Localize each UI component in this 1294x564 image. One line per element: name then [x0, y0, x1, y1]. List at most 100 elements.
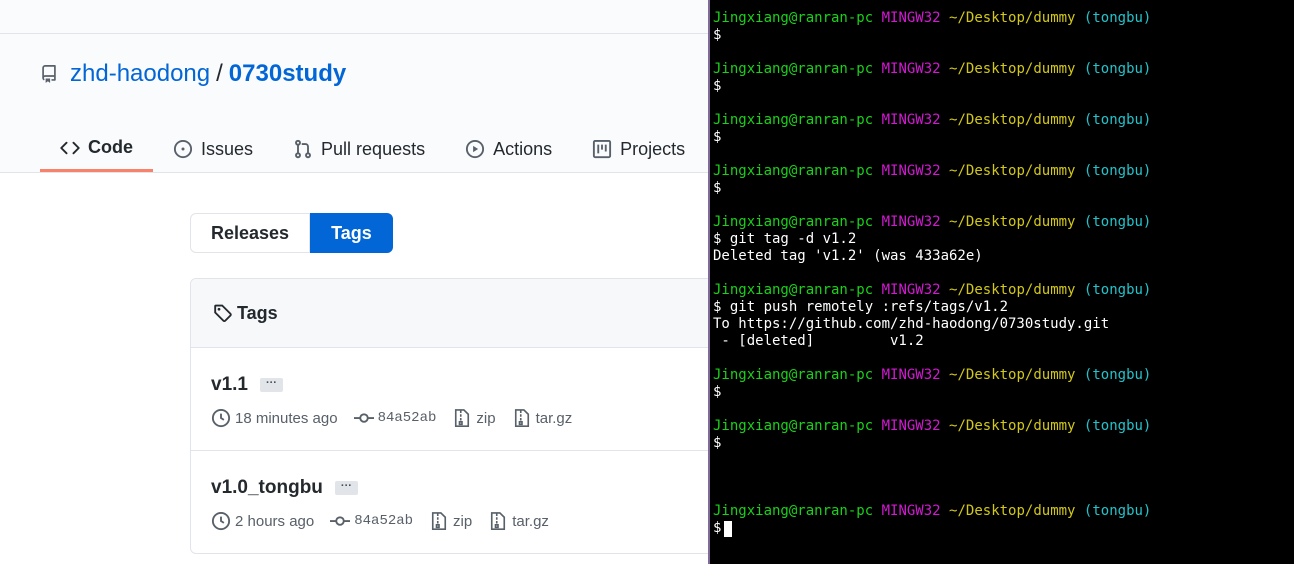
prompt-branch: (tongbu) — [1083, 282, 1152, 298]
tab-projects-label: Projects — [620, 138, 686, 159]
tag-zip-link[interactable]: zip — [429, 511, 472, 531]
prompt-branch: (tongbu) — [1083, 112, 1152, 128]
prompt-branch: (tongbu) — [1083, 163, 1152, 179]
prompt-path: ~/Desktop/dummy — [949, 282, 1076, 298]
terminal-prompt: Jingxiang@ranran-pc MINGW32 ~/Desktop/du… — [713, 214, 1151, 231]
clock-icon — [211, 511, 231, 531]
tab-projects[interactable]: Projects — [572, 126, 705, 172]
terminal-line: $ — [713, 435, 722, 451]
prompt-system: MINGW32 — [881, 418, 941, 434]
commit-icon — [330, 516, 351, 526]
file-zip-icon — [491, 512, 506, 530]
file-zip-icon — [431, 512, 447, 530]
file-zip-icon — [514, 409, 529, 427]
tab-pull-requests[interactable]: Pull requests — [273, 126, 445, 172]
prompt-path: ~/Desktop/dummy — [949, 367, 1076, 383]
tab-pull-requests-label: Pull requests — [321, 138, 426, 159]
tags-box: Tags v1.1 ··· 18 minutes ago 84a52ab zip — [190, 278, 708, 554]
terminal-line: To https://github.com/zhd-haodong/0730st… — [713, 316, 1110, 332]
tags-box-header: Tags — [191, 279, 708, 348]
prompt-path: ~/Desktop/dummy — [949, 214, 1076, 230]
commit-icon — [353, 413, 374, 423]
prompt-user: Jingxiang@ranran-pc — [713, 10, 874, 26]
tag-commit-sha: 84a52ab — [377, 410, 437, 426]
repo-owner-link[interactable]: zhd-haodong — [70, 60, 210, 88]
repo-nav-tabs: Code Issues Pull requests Actions Projec… — [40, 126, 705, 172]
terminal-line: $ — [713, 78, 722, 94]
prompt-branch: (tongbu) — [1083, 10, 1152, 26]
tab-code[interactable]: Code — [40, 126, 153, 172]
terminal-line: $ — [713, 520, 722, 536]
tag-name: v1.0_tongbu ··· — [211, 477, 358, 499]
tag-zip-link[interactable]: zip — [452, 408, 496, 428]
tag-row: v1.1 ··· 18 minutes ago 84a52ab zip tar.… — [191, 348, 708, 451]
tag-name: v1.1 ··· — [211, 374, 283, 396]
tag-icon — [214, 304, 232, 323]
releases-tags-toggle: Releases Tags — [190, 213, 393, 253]
tab-code-label: Code — [88, 137, 133, 157]
repo-name-link[interactable]: 0730study — [229, 60, 346, 88]
github-page: zhd-haodong / 0730study Code Issues Pull… — [0, 0, 708, 564]
prompt-system: MINGW32 — [881, 367, 941, 383]
tag-name-link[interactable]: v1.0_tongbu — [211, 477, 323, 499]
prompt-user: Jingxiang@ranran-pc — [713, 163, 874, 179]
terminal-window[interactable]: Jingxiang@ranran-pc MINGW32 ~/Desktop/du… — [708, 0, 1294, 564]
terminal-line: - [deleted] v1.2 — [713, 333, 924, 349]
tag-commit[interactable]: 84a52ab — [330, 511, 413, 531]
tag-zip-label: zip — [453, 512, 473, 530]
tag-tar-label: tar.gz — [535, 409, 573, 427]
clock-icon — [211, 408, 231, 428]
prompt-system: MINGW32 — [881, 503, 941, 519]
prompt-system: MINGW32 — [881, 61, 941, 77]
prompt-path: ~/Desktop/dummy — [949, 10, 1076, 26]
tag-time-text: 2 hours ago — [235, 512, 315, 530]
more-button[interactable]: ··· — [259, 378, 283, 392]
prompt-path: ~/Desktop/dummy — [949, 112, 1076, 128]
prompt-branch: (tongbu) — [1083, 418, 1152, 434]
terminal-line: $ git push remotely :refs/tags/v1.2 — [713, 299, 1009, 315]
tag-time: 2 hours ago — [211, 511, 314, 531]
tab-issues-label: Issues — [201, 138, 254, 159]
file-zip-icon — [455, 409, 470, 427]
terminal-prompt: Jingxiang@ranran-pc MINGW32 ~/Desktop/du… — [713, 112, 1151, 129]
prompt-system: MINGW32 — [881, 163, 941, 179]
prompt-branch: (tongbu) — [1083, 367, 1152, 383]
prompt-branch: (tongbu) — [1083, 214, 1152, 230]
tag-time-text: 18 minutes ago — [235, 409, 338, 427]
terminal-line: $ — [713, 129, 722, 145]
project-icon — [593, 139, 612, 159]
prompt-branch: (tongbu) — [1083, 503, 1152, 519]
terminal-prompt: Jingxiang@ranran-pc MINGW32 ~/Desktop/du… — [713, 61, 1151, 78]
tag-tar-link[interactable]: tar.gz — [488, 511, 549, 531]
tab-actions[interactable]: Actions — [445, 126, 572, 172]
prompt-user: Jingxiang@ranran-pc — [713, 282, 874, 298]
repo-separator: / — [216, 60, 223, 87]
issue-icon — [173, 139, 193, 159]
tag-meta: 18 minutes ago 84a52ab zip tar.gz — [211, 408, 588, 428]
tag-zip-label: zip — [476, 409, 496, 427]
terminal-line: Deleted tag 'v1.2' (was 433a62e) — [713, 248, 983, 264]
terminal-line: $ git tag -d v1.2 — [713, 231, 857, 247]
tag-tar-link[interactable]: tar.gz — [512, 408, 573, 428]
prompt-user: Jingxiang@ranran-pc — [713, 61, 874, 77]
prompt-user: Jingxiang@ranran-pc — [713, 214, 874, 230]
prompt-user: Jingxiang@ranran-pc — [713, 418, 874, 434]
prompt-path: ~/Desktop/dummy — [949, 503, 1076, 519]
tab-issues[interactable]: Issues — [153, 126, 273, 172]
prompt-system: MINGW32 — [881, 214, 941, 230]
code-icon — [60, 141, 80, 154]
tags-button[interactable]: Tags — [310, 213, 393, 253]
more-button[interactable]: ··· — [334, 481, 358, 495]
tag-time: 18 minutes ago — [211, 408, 338, 428]
repo-icon — [42, 65, 56, 83]
terminal-line: $ — [713, 384, 722, 400]
prompt-path: ~/Desktop/dummy — [949, 418, 1076, 434]
releases-button[interactable]: Releases — [190, 213, 311, 253]
pull-request-icon — [295, 139, 311, 159]
terminal-line: $ — [713, 27, 722, 43]
tag-name-link[interactable]: v1.1 — [211, 374, 248, 396]
terminal-prompt: Jingxiang@ranran-pc MINGW32 ~/Desktop/du… — [713, 418, 1151, 435]
tag-commit[interactable]: 84a52ab — [353, 408, 437, 428]
prompt-system: MINGW32 — [881, 282, 941, 298]
repo-title: zhd-haodong / 0730study — [40, 60, 346, 88]
